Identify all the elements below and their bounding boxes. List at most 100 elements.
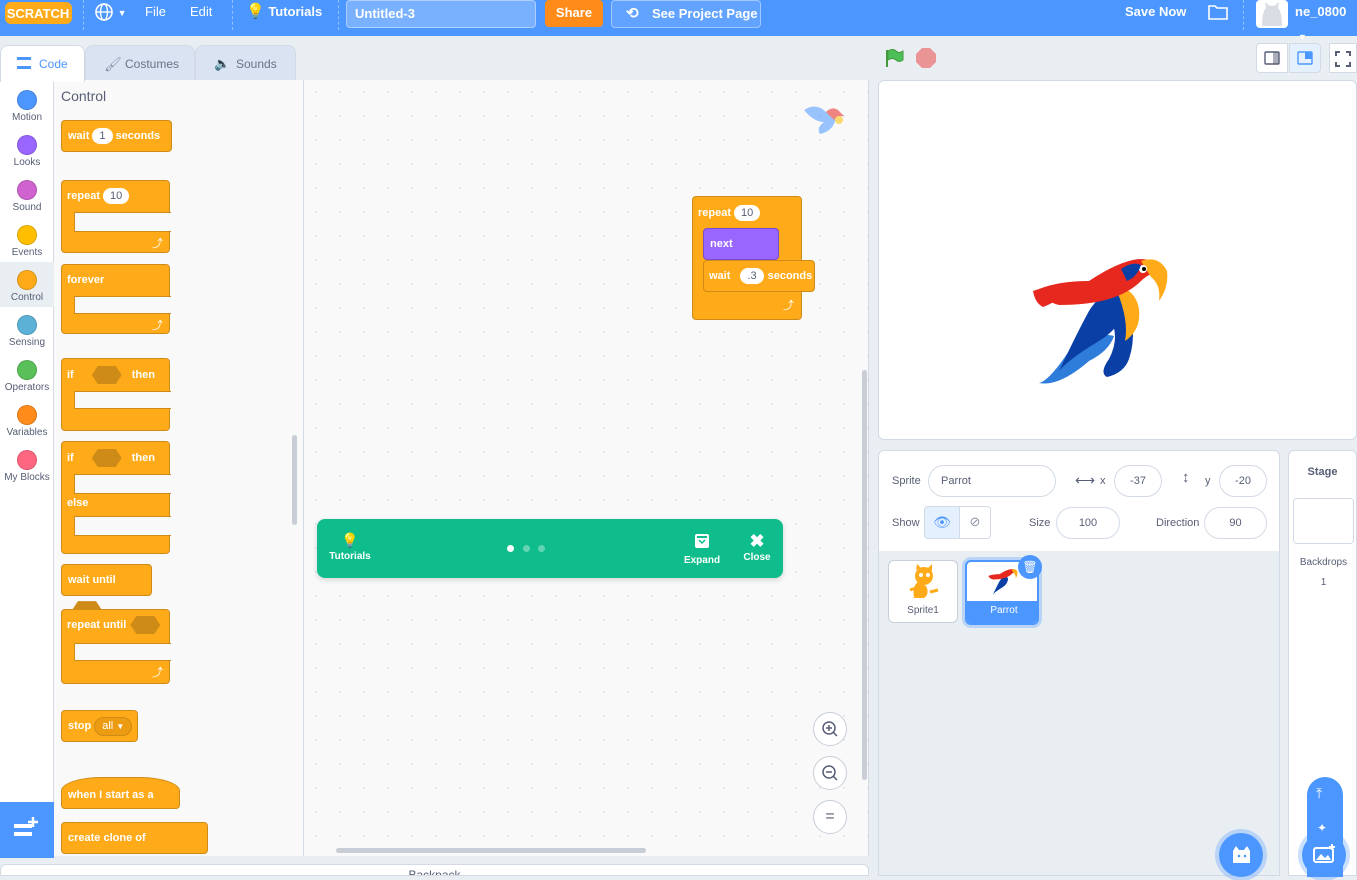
category-label: Looks: [13, 157, 41, 168]
category-control[interactable]: Control: [0, 262, 54, 307]
add-extension-button[interactable]: [0, 802, 54, 858]
category-dot-icon: [17, 225, 37, 245]
small-stage-button[interactable]: [1256, 43, 1288, 73]
block-when-i-start-as-a-clone[interactable]: when I start as a clone: [61, 777, 180, 831]
script-workspace[interactable]: repeat10 ⤴ next costume wait .3seconds =: [304, 80, 869, 856]
tab-sounds[interactable]: 🔈 Sounds: [195, 45, 296, 81]
block-label: then: [131, 368, 155, 381]
stage-selector[interactable]: Stage Backdrops 1 ⤒ ✦: [1288, 450, 1357, 877]
see-project-page-button[interactable]: ⟲ See Project Page: [611, 0, 761, 28]
edit-menu[interactable]: Edit: [190, 0, 212, 24]
sprite-tile-sprite1[interactable]: Sprite1: [888, 560, 958, 623]
block-stop[interactable]: stop all ▼: [61, 710, 138, 742]
language-menu[interactable]: ▼: [94, 0, 130, 24]
category-variables[interactable]: Variables: [0, 397, 54, 442]
category-events[interactable]: Events: [0, 217, 54, 262]
choose-backdrop-button[interactable]: [1302, 833, 1346, 877]
zoom-reset-button[interactable]: =: [813, 800, 847, 834]
workspace-vertical-scrollbar[interactable]: [862, 370, 867, 780]
zoom-out-button[interactable]: [813, 756, 847, 790]
upload-backdrop-icon[interactable]: ⤒: [1316, 785, 1322, 802]
block-repeat[interactable]: repeat 10 ⤴: [61, 180, 171, 253]
script-wait-block[interactable]: wait .3 seconds: [703, 260, 815, 292]
zoom-in-button[interactable]: [813, 712, 847, 746]
avatar[interactable]: [1256, 0, 1288, 28]
tutorial-step-dot-active[interactable]: [507, 545, 514, 552]
green-flag-icon: [886, 49, 904, 67]
block-create-clone[interactable]: create clone ofmyself ▼: [61, 822, 208, 854]
block-input[interactable]: 1: [92, 128, 113, 144]
tutorial-step-dot[interactable]: [523, 545, 530, 552]
direction-input[interactable]: 90: [1204, 507, 1267, 539]
block-if-else[interactable]: if then else: [61, 441, 171, 554]
category-dot-icon: [17, 180, 37, 200]
block-input[interactable]: 10: [103, 188, 130, 204]
green-flag-button[interactable]: [884, 48, 904, 71]
block-if-then[interactable]: if then: [61, 358, 171, 431]
speaker-icon: 🔈: [214, 56, 231, 71]
tutorials-button[interactable]: 💡 Tutorials: [327, 533, 373, 562]
loop-arrow-icon: ⤴: [152, 320, 163, 332]
block-repeat-until[interactable]: repeat until ⤴: [61, 609, 171, 684]
sprite-name-input[interactable]: Parrot: [928, 465, 1056, 497]
workspace-horizontal-scrollbar[interactable]: [336, 848, 646, 853]
tutorial-step-dot[interactable]: [538, 545, 545, 552]
eye-icon: 👁: [933, 514, 951, 530]
choose-sprite-button[interactable]: [1219, 833, 1263, 877]
file-menu[interactable]: File: [145, 0, 166, 24]
parrot-sprite[interactable]: [1029, 241, 1169, 391]
condition-slot[interactable]: [91, 449, 122, 467]
eye-slash-icon: ⊘: [969, 514, 981, 529]
see-project-page-label: See Project Page: [652, 6, 758, 21]
save-now-button[interactable]: Save Now: [1125, 0, 1186, 24]
category-dot-icon: [17, 135, 37, 155]
sprite-name-label: Sprite: [892, 475, 921, 487]
category-operators[interactable]: Operators: [0, 352, 54, 397]
hide-sprite-button[interactable]: ⊘: [959, 506, 991, 539]
add-backdrop-icon: [1313, 844, 1335, 863]
block-label: wait: [68, 130, 90, 142]
size-input[interactable]: 100: [1056, 507, 1120, 539]
block-label: if: [67, 368, 74, 381]
tab-costumes[interactable]: 🖌 Costumes: [85, 45, 195, 81]
username: ne_0800: [1295, 4, 1347, 19]
expand-button[interactable]: Expand: [681, 533, 723, 566]
block-input[interactable]: 10: [734, 205, 761, 221]
block-palette: Control wait 1 seconds repeat 10 ⤴ forever …: [54, 80, 304, 856]
logo-text: SCRATCH: [7, 6, 70, 21]
show-sprite-button[interactable]: 👁: [924, 506, 960, 539]
script-next-costume-block[interactable]: next costume: [703, 228, 779, 280]
category-motion[interactable]: Motion: [0, 82, 54, 127]
tab-code[interactable]: Code: [0, 45, 85, 82]
my-stuff-folder-icon[interactable]: [1207, 3, 1229, 24]
fullscreen-button[interactable]: [1329, 43, 1357, 73]
condition-slot[interactable]: [91, 366, 122, 384]
account-menu[interactable]: ne_0800 ▼: [1295, 0, 1357, 42]
block-label: stop: [68, 720, 92, 732]
block-forever[interactable]: forever ⤴: [61, 264, 171, 334]
category-sound[interactable]: Sound: [0, 172, 54, 217]
block-input[interactable]: .3: [740, 268, 764, 284]
delete-sprite-button[interactable]: 🗑: [1018, 555, 1042, 579]
project-title-input[interactable]: Untitled-3: [346, 0, 536, 28]
category-looks[interactable]: Looks: [0, 127, 54, 172]
block-wait-until[interactable]: wait until: [61, 564, 152, 620]
palette-scrollbar[interactable]: [292, 435, 297, 525]
tutorials-menu[interactable]: 💡 Tutorials: [246, 0, 322, 24]
scratch-logo[interactable]: SCRATCH: [5, 2, 72, 24]
category-my-blocks[interactable]: My Blocks: [0, 442, 54, 487]
y-position-input[interactable]: -20: [1219, 465, 1267, 497]
backpack[interactable]: Backpack: [0, 864, 869, 876]
large-stage-button[interactable]: [1289, 43, 1321, 73]
close-button[interactable]: ✖ Close: [739, 532, 775, 563]
stage-thumbnail[interactable]: [1293, 498, 1354, 544]
stage-canvas[interactable]: [878, 80, 1357, 440]
category-sensing[interactable]: Sensing: [0, 307, 54, 352]
block-wait[interactable]: wait 1 seconds: [61, 120, 172, 152]
remix-icon: ⟲: [626, 5, 639, 22]
x-position-input[interactable]: -37: [1114, 465, 1162, 497]
stop-button[interactable]: [916, 48, 936, 68]
stop-dropdown[interactable]: all ▼: [94, 717, 133, 736]
condition-slot[interactable]: [130, 616, 161, 634]
share-button[interactable]: Share: [545, 0, 603, 27]
